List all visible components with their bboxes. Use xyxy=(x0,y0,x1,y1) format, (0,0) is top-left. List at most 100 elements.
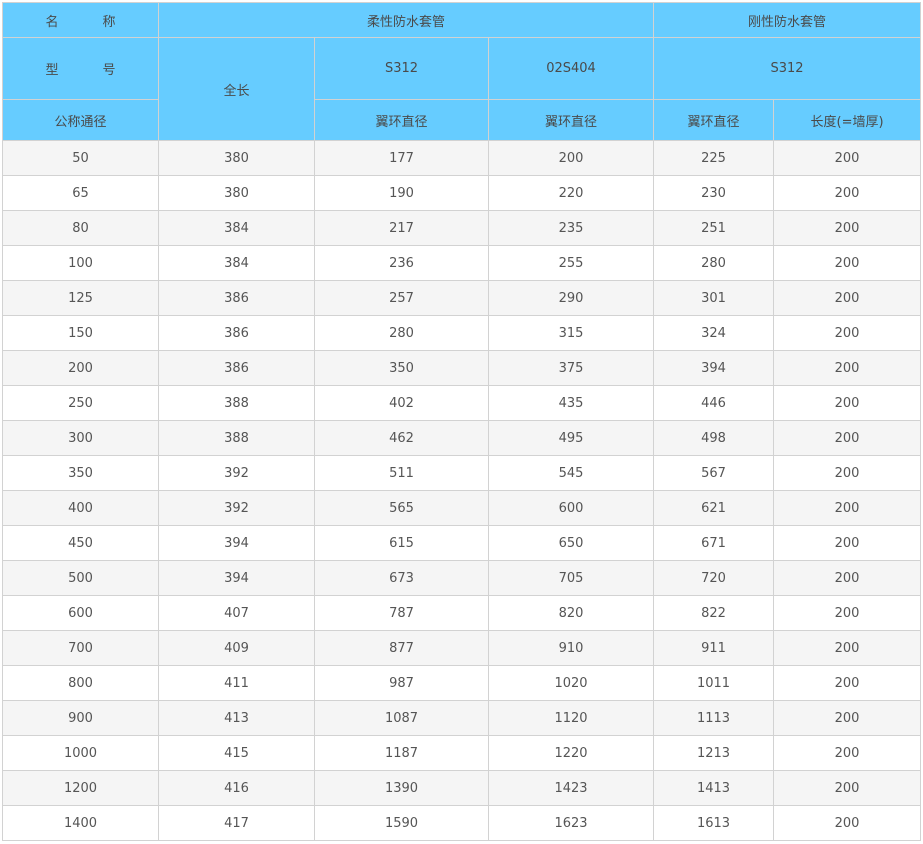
cell-rigid-length: 200 xyxy=(773,525,922,561)
table-row: 1200 416 1390 1423 1413 200 xyxy=(2,770,922,806)
cell-nominal-diameter: 1200 xyxy=(2,770,159,806)
cell-rigid-length: 200 xyxy=(773,595,922,631)
cell-total-length: 413 xyxy=(158,700,315,736)
cell-flex-02s404-flange: 200 xyxy=(487,140,655,176)
cell-total-length: 386 xyxy=(158,350,315,386)
cell-total-length: 394 xyxy=(158,560,315,596)
cell-flex-s312-flange: 877 xyxy=(314,630,489,666)
cell-flex-02s404-flange: 820 xyxy=(487,595,655,631)
cell-flex-02s404-flange: 1623 xyxy=(487,805,655,841)
table-row: 350 392 511 545 567 200 xyxy=(2,455,922,491)
table-row: 450 394 615 650 671 200 xyxy=(2,525,922,561)
cell-rigid-length: 200 xyxy=(773,700,922,736)
cell-rigid-length: 200 xyxy=(773,280,922,316)
cell-rigid-length: 200 xyxy=(773,245,922,281)
cell-flex-s312-flange: 565 xyxy=(314,490,489,526)
cell-rigid-s312-flange: 671 xyxy=(653,525,775,561)
header-nominal-diameter: 公称通径 xyxy=(2,99,159,141)
header-flex-model-a: S312 xyxy=(314,37,489,100)
cell-rigid-s312-flange: 567 xyxy=(653,455,775,491)
cell-flex-s312-flange: 511 xyxy=(314,455,489,491)
cell-total-length: 407 xyxy=(158,595,315,631)
cell-rigid-length: 200 xyxy=(773,420,922,456)
cell-rigid-length: 200 xyxy=(773,805,922,841)
header-model-right: 号 xyxy=(102,63,116,78)
cell-rigid-length: 200 xyxy=(773,210,922,246)
cell-flex-s312-flange: 1087 xyxy=(314,700,489,736)
cell-rigid-length: 200 xyxy=(773,140,922,176)
cell-flex-s312-flange: 673 xyxy=(314,560,489,596)
header-name-cell: 名称 xyxy=(2,2,159,38)
cell-rigid-s312-flange: 280 xyxy=(653,245,775,281)
cell-flex-02s404-flange: 705 xyxy=(487,560,655,596)
cell-rigid-length: 200 xyxy=(773,770,922,806)
table-row: 150 386 280 315 324 200 xyxy=(2,315,922,351)
cell-flex-s312-flange: 177 xyxy=(314,140,489,176)
cell-rigid-s312-flange: 1113 xyxy=(653,700,775,736)
cell-flex-s312-flange: 350 xyxy=(314,350,489,386)
cell-rigid-s312-flange: 720 xyxy=(653,560,775,596)
table-row: 400 392 565 600 621 200 xyxy=(2,490,922,526)
cell-flex-02s404-flange: 220 xyxy=(487,175,655,211)
cell-total-length: 388 xyxy=(158,420,315,456)
cell-total-length: 380 xyxy=(158,140,315,176)
table-row: 50 380 177 200 225 200 xyxy=(2,140,922,176)
table-row: 100 384 236 255 280 200 xyxy=(2,245,922,281)
table-row: 600 407 787 820 822 200 xyxy=(2,595,922,631)
cell-flex-02s404-flange: 235 xyxy=(487,210,655,246)
table-row: 200 386 350 375 394 200 xyxy=(2,350,922,386)
cell-flex-s312-flange: 615 xyxy=(314,525,489,561)
cell-nominal-diameter: 200 xyxy=(2,350,159,386)
cell-flex-02s404-flange: 315 xyxy=(487,315,655,351)
header-name-left: 名 xyxy=(45,14,59,30)
cell-nominal-diameter: 80 xyxy=(2,210,159,246)
cell-total-length: 384 xyxy=(158,245,315,281)
table-row: 500 394 673 705 720 200 xyxy=(2,560,922,596)
cell-rigid-s312-flange: 621 xyxy=(653,490,775,526)
cell-total-length: 380 xyxy=(158,175,315,211)
cell-nominal-diameter: 600 xyxy=(2,595,159,631)
cell-flex-02s404-flange: 910 xyxy=(487,630,655,666)
table-row: 250 388 402 435 446 200 xyxy=(2,385,922,421)
cell-nominal-diameter: 1400 xyxy=(2,805,159,841)
table-row: 1400 417 1590 1623 1613 200 xyxy=(2,805,922,841)
cell-rigid-s312-flange: 446 xyxy=(653,385,775,421)
cell-rigid-s312-flange: 324 xyxy=(653,315,775,351)
header-length-wall: 长度(=墙厚) xyxy=(773,99,922,141)
cell-rigid-s312-flange: 225 xyxy=(653,140,775,176)
header-flexible-group: 柔性防水套管 xyxy=(157,2,655,38)
table-row: 1000 415 1187 1220 1213 200 xyxy=(2,735,922,771)
table-row: 700 409 877 910 911 200 xyxy=(2,630,922,666)
cell-flex-s312-flange: 190 xyxy=(314,175,489,211)
cell-flex-02s404-flange: 1423 xyxy=(487,770,655,806)
cell-total-length: 392 xyxy=(158,490,315,526)
header-flange-diameter-a: 翼环直径 xyxy=(314,99,489,141)
cell-flex-s312-flange: 1187 xyxy=(314,735,489,771)
cell-rigid-length: 200 xyxy=(773,455,922,491)
cell-flex-s312-flange: 1390 xyxy=(314,770,489,806)
cell-rigid-length: 200 xyxy=(773,315,922,351)
cell-total-length: 415 xyxy=(158,735,315,771)
cell-flex-02s404-flange: 435 xyxy=(487,385,655,421)
header-total-length: 全长 xyxy=(158,37,315,141)
cell-nominal-diameter: 300 xyxy=(2,420,159,456)
header-model-left: 型 xyxy=(45,63,59,78)
sleeve-spec-table: 名称 柔性防水套管 刚性防水套管 型号 全长 S312 02S404 S312 … xyxy=(2,2,922,841)
cell-nominal-diameter: 900 xyxy=(2,700,159,736)
cell-rigid-s312-flange: 301 xyxy=(653,280,775,316)
table-body: 50 380 177 200 225 200 65 380 190 220 230 200 80 384 2… xyxy=(2,140,922,841)
header-flex-model-b: 02S404 xyxy=(487,37,655,100)
cell-nominal-diameter: 100 xyxy=(2,245,159,281)
cell-flex-s312-flange: 987 xyxy=(314,665,489,701)
cell-flex-s312-flange: 217 xyxy=(314,210,489,246)
header-name-right: 称 xyxy=(102,14,116,30)
table-header: 名称 柔性防水套管 刚性防水套管 型号 全长 S312 02S404 S312 … xyxy=(2,2,922,141)
cell-rigid-s312-flange: 1413 xyxy=(653,770,775,806)
table-row: 125 386 257 290 301 200 xyxy=(2,280,922,316)
cell-rigid-length: 200 xyxy=(773,490,922,526)
cell-rigid-length: 200 xyxy=(773,385,922,421)
cell-rigid-s312-flange: 394 xyxy=(653,350,775,386)
cell-flex-s312-flange: 402 xyxy=(314,385,489,421)
cell-nominal-diameter: 125 xyxy=(2,280,159,316)
cell-rigid-length: 200 xyxy=(773,560,922,596)
